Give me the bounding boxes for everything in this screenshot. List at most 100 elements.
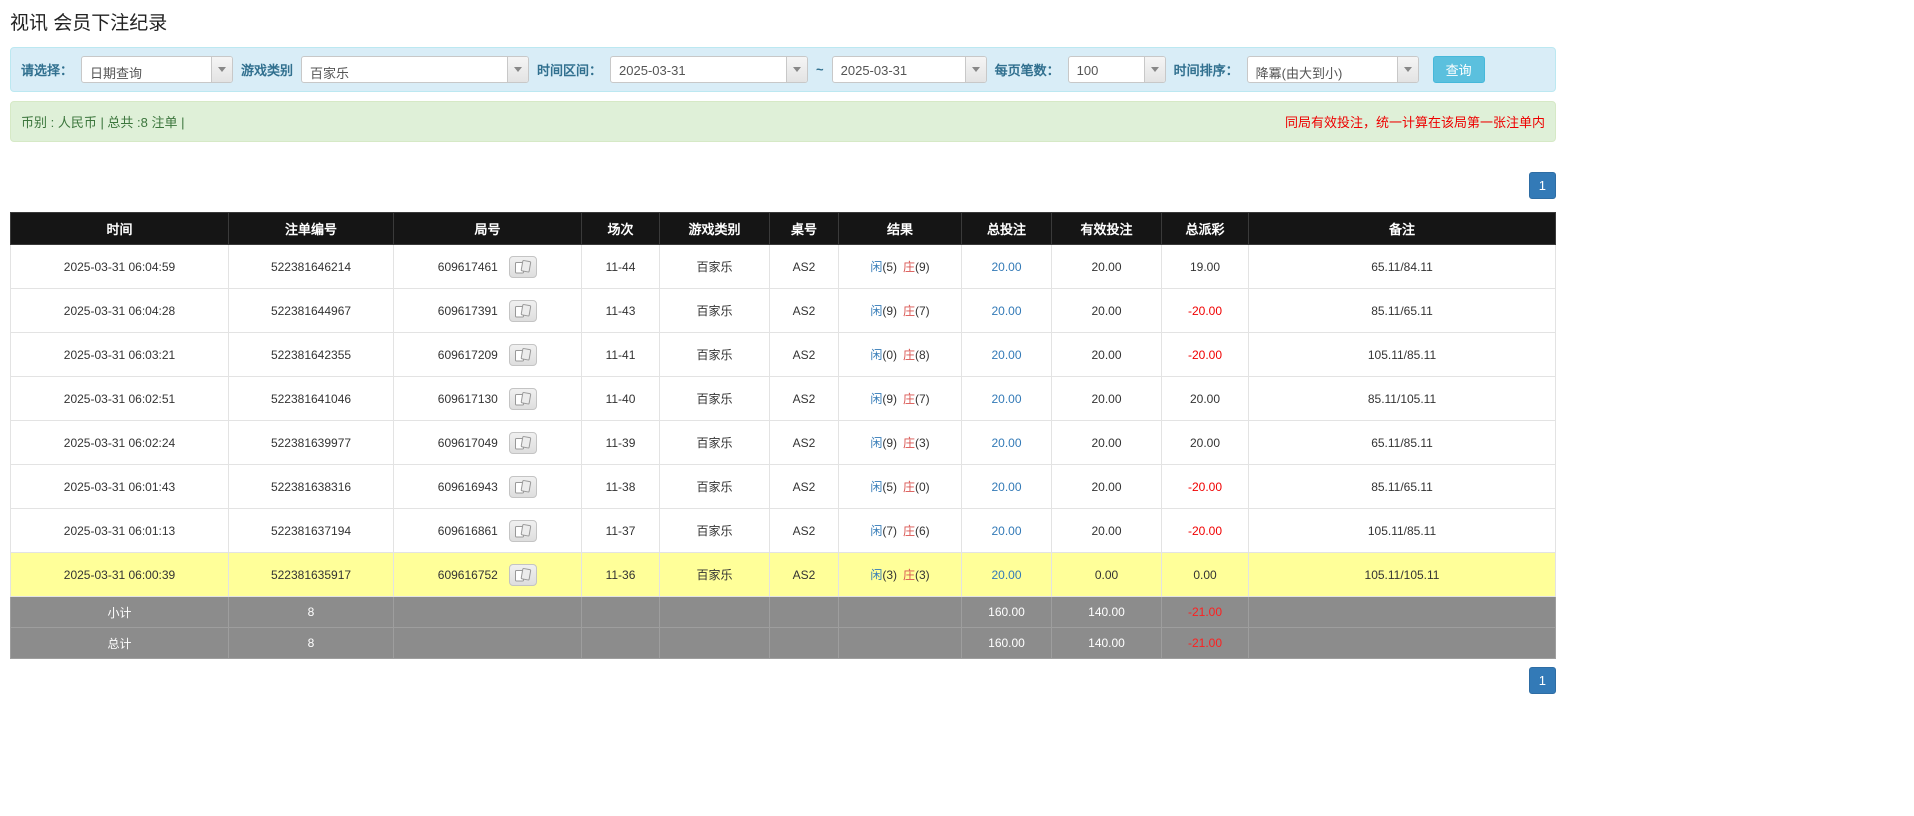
chevron-down-icon[interactable]: [965, 57, 986, 82]
cell-total-bet: 20.00: [962, 553, 1052, 597]
sort-select[interactable]: 降冪(由大到小): [1247, 56, 1419, 83]
total-bet-link[interactable]: 20.00: [991, 304, 1021, 318]
total-bet-link[interactable]: 20.00: [991, 260, 1021, 274]
cell-round-id: 609616752: [394, 553, 582, 597]
banker-result-score: (8): [915, 348, 930, 362]
banker-result-label: 庄: [903, 348, 915, 362]
cell-bet-id: 522381639977: [229, 421, 394, 465]
total-bet-link[interactable]: 20.00: [991, 436, 1021, 450]
view-cards-button[interactable]: [509, 344, 537, 366]
game-type-label: 游戏类别: [241, 60, 293, 79]
banker-result-score: (3): [915, 568, 930, 582]
cards-icon: [514, 480, 532, 494]
cell-valid-bet: 20.00: [1052, 377, 1162, 421]
game-type-value: 百家乐: [302, 57, 507, 82]
summary-row-cell: -21.00: [1162, 628, 1249, 659]
cell-session: 11-37: [582, 509, 660, 553]
cards-icon: [514, 524, 532, 538]
total-bet-link[interactable]: 20.00: [991, 568, 1021, 582]
cell-total-bet: 20.00: [962, 333, 1052, 377]
chevron-down-icon[interactable]: [1397, 57, 1418, 82]
cell-time: 2025-03-31 06:01:43: [11, 465, 229, 509]
cards-icon: [514, 568, 532, 582]
view-cards-button[interactable]: [509, 520, 537, 542]
view-cards-button[interactable]: [509, 432, 537, 454]
cell-result: 闲(0)庄(8): [839, 333, 962, 377]
summary-row-label: 总计: [11, 628, 229, 659]
round-id-text: 609616752: [438, 568, 498, 582]
total-bet-link[interactable]: 20.00: [991, 524, 1021, 538]
total-bet-link[interactable]: 20.00: [991, 392, 1021, 406]
summary-row-cell: [839, 628, 962, 659]
summary-row: 总计8160.00140.00-21.00: [11, 628, 1556, 659]
cell-table: AS2: [770, 245, 839, 289]
chevron-down-icon[interactable]: [1144, 57, 1165, 82]
cell-table: AS2: [770, 553, 839, 597]
cell-game: 百家乐: [660, 245, 770, 289]
summary-row-label: 小计: [11, 597, 229, 628]
cell-bet-id: 522381644967: [229, 289, 394, 333]
view-cards-button[interactable]: [509, 300, 537, 322]
cell-table: AS2: [770, 333, 839, 377]
bets-table: 时间注单编号局号场次游戏类别桌号结果总投注有效投注总派彩备注 2025-03-3…: [10, 212, 1556, 659]
summary-row-cell: [1249, 597, 1556, 628]
cell-session: 11-38: [582, 465, 660, 509]
round-id-text: 609616861: [438, 524, 498, 538]
page-title: 视讯 会员下注纪录: [10, 8, 1556, 35]
summary-row-cell: [660, 628, 770, 659]
view-cards-button[interactable]: [509, 564, 537, 586]
player-result-label: 闲: [870, 568, 882, 582]
page-size-select[interactable]: 100: [1068, 56, 1166, 83]
chevron-down-icon[interactable]: [786, 57, 807, 82]
cards-icon: [514, 304, 532, 318]
game-type-select[interactable]: 百家乐: [301, 56, 529, 83]
table-footer: 小计8160.00140.00-21.00总计8160.00140.00-21.…: [11, 597, 1556, 659]
column-header: 场次: [582, 213, 660, 245]
page-number-button[interactable]: 1: [1529, 172, 1556, 199]
cell-payout: -20.00: [1162, 509, 1249, 553]
view-cards-button[interactable]: [509, 256, 537, 278]
player-result-label: 闲: [870, 480, 882, 494]
date-to-select[interactable]: 2025-03-31: [832, 56, 987, 83]
player-result-score: (5): [882, 260, 897, 274]
search-button[interactable]: 查询: [1433, 56, 1485, 83]
summary-row-cell: -21.00: [1162, 597, 1249, 628]
cell-result: 闲(5)庄(9): [839, 245, 962, 289]
page-size-value: 100: [1069, 57, 1144, 82]
summary-row-cell: [839, 597, 962, 628]
column-header: 有效投注: [1052, 213, 1162, 245]
date-from-select[interactable]: 2025-03-31: [610, 56, 808, 83]
banker-result-score: (7): [915, 392, 930, 406]
cards-icon: [514, 392, 532, 406]
date-from-value: 2025-03-31: [611, 57, 786, 82]
round-id-text: 609617461: [438, 260, 498, 274]
cell-game: 百家乐: [660, 553, 770, 597]
cell-result: 闲(5)庄(0): [839, 465, 962, 509]
cell-valid-bet: 20.00: [1052, 509, 1162, 553]
cell-note: 65.11/85.11: [1249, 421, 1556, 465]
chevron-down-icon[interactable]: [211, 57, 232, 82]
cell-payout: -20.00: [1162, 289, 1249, 333]
query-type-select[interactable]: 日期查询: [81, 56, 233, 83]
chevron-down-icon[interactable]: [507, 57, 528, 82]
cell-round-id: 609617209: [394, 333, 582, 377]
cell-total-bet: 20.00: [962, 245, 1052, 289]
cell-total-bet: 20.00: [962, 289, 1052, 333]
query-type-label: 请选择：: [21, 60, 73, 79]
cell-note: 65.11/84.11: [1249, 245, 1556, 289]
column-header: 总派彩: [1162, 213, 1249, 245]
table-head-row: 时间注单编号局号场次游戏类别桌号结果总投注有效投注总派彩备注: [11, 213, 1556, 245]
cell-time: 2025-03-31 06:01:13: [11, 509, 229, 553]
total-bet-link[interactable]: 20.00: [991, 480, 1021, 494]
page-number-button[interactable]: 1: [1529, 667, 1556, 694]
sort-value: 降冪(由大到小): [1248, 57, 1397, 82]
banker-result-label: 庄: [903, 568, 915, 582]
view-cards-button[interactable]: [509, 388, 537, 410]
pagination-bottom: 1: [10, 667, 1556, 694]
cell-valid-bet: 20.00: [1052, 245, 1162, 289]
summary-row-cell: [394, 628, 582, 659]
cell-time: 2025-03-31 06:04:59: [11, 245, 229, 289]
total-bet-link[interactable]: 20.00: [991, 348, 1021, 362]
player-result-label: 闲: [870, 392, 882, 406]
view-cards-button[interactable]: [509, 476, 537, 498]
